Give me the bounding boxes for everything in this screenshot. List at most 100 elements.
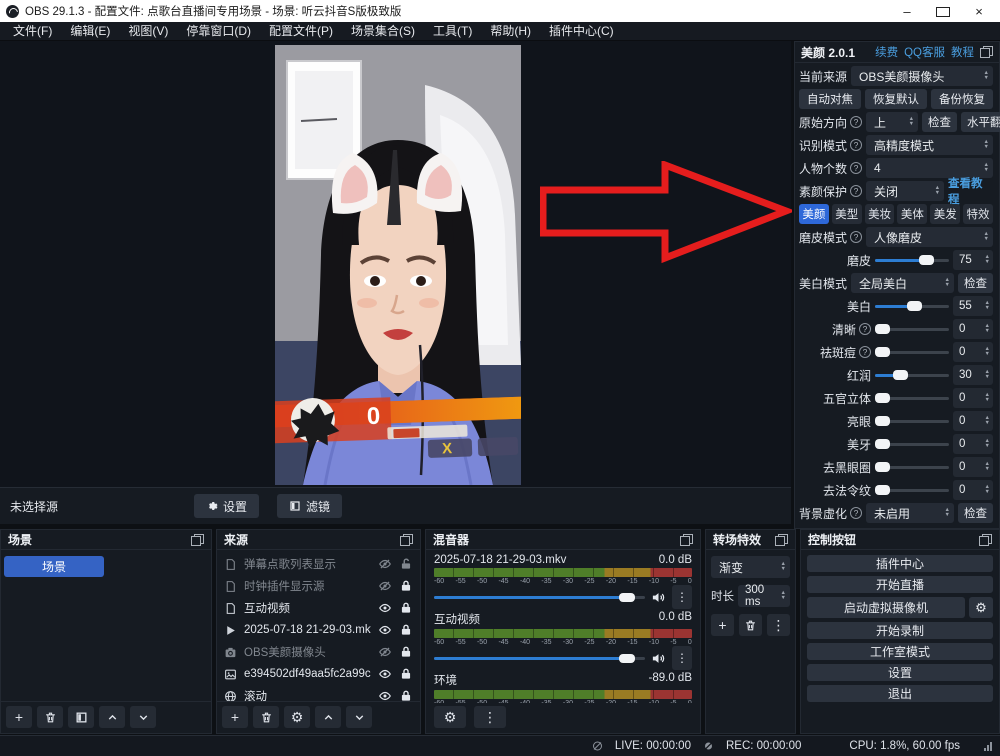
remove-scene-button[interactable] [37,706,63,728]
popout-dock-icon[interactable] [680,534,693,546]
bright-eyes-value-spinner[interactable]: 0▲▼ [953,411,993,431]
menu-profile[interactable]: 配置文件(P) [260,22,342,40]
advanced-audio-button[interactable]: ⚙ [434,706,466,728]
eye-icon[interactable] [378,601,392,615]
slider-handle[interactable] [875,324,890,334]
menu-docks[interactable]: 停靠窗口(D) [177,22,260,40]
teeth-slider[interactable] [875,443,949,446]
eye-icon[interactable] [378,623,392,637]
channel-menu-button[interactable]: ⋮ [672,646,692,670]
whiten-value-spinner[interactable]: 55▲▼ [953,296,993,316]
lock-icon[interactable] [399,601,413,615]
preview-canvas[interactable]: 0 X [0,41,791,487]
source-properties-button[interactable]: ⚙ [284,706,310,728]
lock-icon[interactable] [399,645,413,659]
popout-dock-icon[interactable] [979,534,992,546]
source-filters-button[interactable]: 滤镜 [277,494,342,518]
move-scene-up-button[interactable] [99,706,125,728]
rosy-value-spinner[interactable]: 30▲▼ [953,365,993,385]
transition-select[interactable]: 渐变 ▲▼ [711,556,790,578]
lock-icon[interactable] [399,667,413,681]
tab-effects[interactable]: 特效 [963,204,993,224]
mixer-menu-button[interactable]: ⋮ [474,706,506,728]
volume-slider[interactable] [434,596,645,599]
slider-handle[interactable] [875,462,890,472]
bright-eyes-slider[interactable] [875,420,949,423]
minimize-button[interactable]: – [900,4,914,19]
backup-restore-button[interactable]: 备份恢复 [931,89,993,109]
scene-filters-button[interactable] [68,706,94,728]
tab-beauty[interactable]: 美颜 [799,204,829,224]
features-slider[interactable] [875,397,949,400]
help-icon[interactable]: ? [850,231,862,243]
background-blur-select[interactable]: 未启用 ▲▼ [866,503,954,523]
menu-help[interactable]: 帮助(H) [481,22,540,40]
clarity-slider[interactable] [875,328,949,331]
source-row[interactable]: OBS美颜摄像头 [217,641,420,663]
tutorial-link[interactable]: 教程 [951,44,974,60]
eye-slash-icon[interactable] [378,557,392,571]
help-icon[interactable]: ? [850,116,862,128]
add-transition-button[interactable]: + [711,614,734,636]
source-row[interactable]: 互动视频 [217,597,420,619]
add-source-button[interactable]: + [222,706,248,728]
settings-button[interactable]: 设置 [807,664,993,681]
tab-body[interactable]: 美体 [897,204,927,224]
volume-slider[interactable] [434,657,645,660]
blur-check-button[interactable]: 检查 [958,503,993,523]
help-icon[interactable]: ? [859,323,871,335]
smile-lines-value-spinner[interactable]: 0▲▼ [953,480,993,500]
blemish-value-spinner[interactable]: 0▲▼ [953,342,993,362]
autofocus-button[interactable]: 自动对焦 [799,89,861,109]
current-source-select[interactable]: OBS美颜摄像头 ▲▼ [851,66,993,86]
help-icon[interactable]: ? [859,346,871,358]
source-row[interactable]: 时钟插件显示源 [217,575,420,597]
move-source-up-button[interactable] [315,706,341,728]
lock-open-icon[interactable] [399,557,413,571]
exit-button[interactable]: 退出 [807,685,993,702]
move-scene-down-button[interactable] [130,706,156,728]
smooth-value-spinner[interactable]: 75▲▼ [953,250,993,270]
popout-dock-icon[interactable] [775,534,788,546]
help-icon[interactable]: ? [850,162,862,174]
menu-view[interactable]: 视图(V) [119,22,177,40]
transition-menu-button[interactable]: ⋮ [767,614,790,636]
lock-icon[interactable] [399,623,413,637]
slider-handle[interactable] [875,347,890,357]
features-value-spinner[interactable]: 0▲▼ [953,388,993,408]
plugin-center-button[interactable]: 插件中心 [807,555,993,572]
remove-source-button[interactable] [253,706,279,728]
qq-support-link[interactable]: QQ客服 [904,44,945,60]
scene-list-item[interactable]: 场景 [4,556,104,577]
slider-handle[interactable] [893,370,908,380]
blemish-slider[interactable] [875,351,949,354]
whiten-slider[interactable] [875,305,949,308]
slider-handle[interactable] [875,393,890,403]
eye-icon[interactable] [378,667,392,681]
clarity-value-spinner[interactable]: 0▲▼ [953,319,993,339]
reset-defaults-button[interactable]: 恢复默认 [865,89,927,109]
tab-hair[interactable]: 美发 [930,204,960,224]
tab-makeup[interactable]: 美妆 [865,204,895,224]
orientation-check-button[interactable]: 检查 [922,112,957,132]
spinner-arrows-icon[interactable]: ▲▼ [778,591,786,601]
teeth-value-spinner[interactable]: 0▲▼ [953,434,993,454]
speaker-icon[interactable] [651,590,666,604]
menu-plugin-center[interactable]: 插件中心(C) [540,22,623,40]
lock-icon[interactable] [399,579,413,593]
duration-spinner[interactable]: 300 ms ▲▼ [738,585,790,607]
eye-slash-icon[interactable] [378,645,392,659]
slider-handle[interactable] [875,439,890,449]
popout-dock-icon[interactable] [400,534,413,546]
remove-transition-button[interactable] [739,614,762,636]
eye-slash-icon[interactable] [378,579,392,593]
eye-icon[interactable] [378,689,392,701]
help-icon[interactable]: ? [850,139,862,151]
slider-handle[interactable] [875,416,890,426]
popout-dock-icon[interactable] [980,46,993,58]
slider-handle[interactable] [919,255,934,265]
dark-circles-slider[interactable] [875,466,949,469]
spinner-arrows-icon[interactable]: ▲▼ [981,163,989,173]
move-source-down-button[interactable] [346,706,372,728]
add-scene-button[interactable]: + [6,706,32,728]
